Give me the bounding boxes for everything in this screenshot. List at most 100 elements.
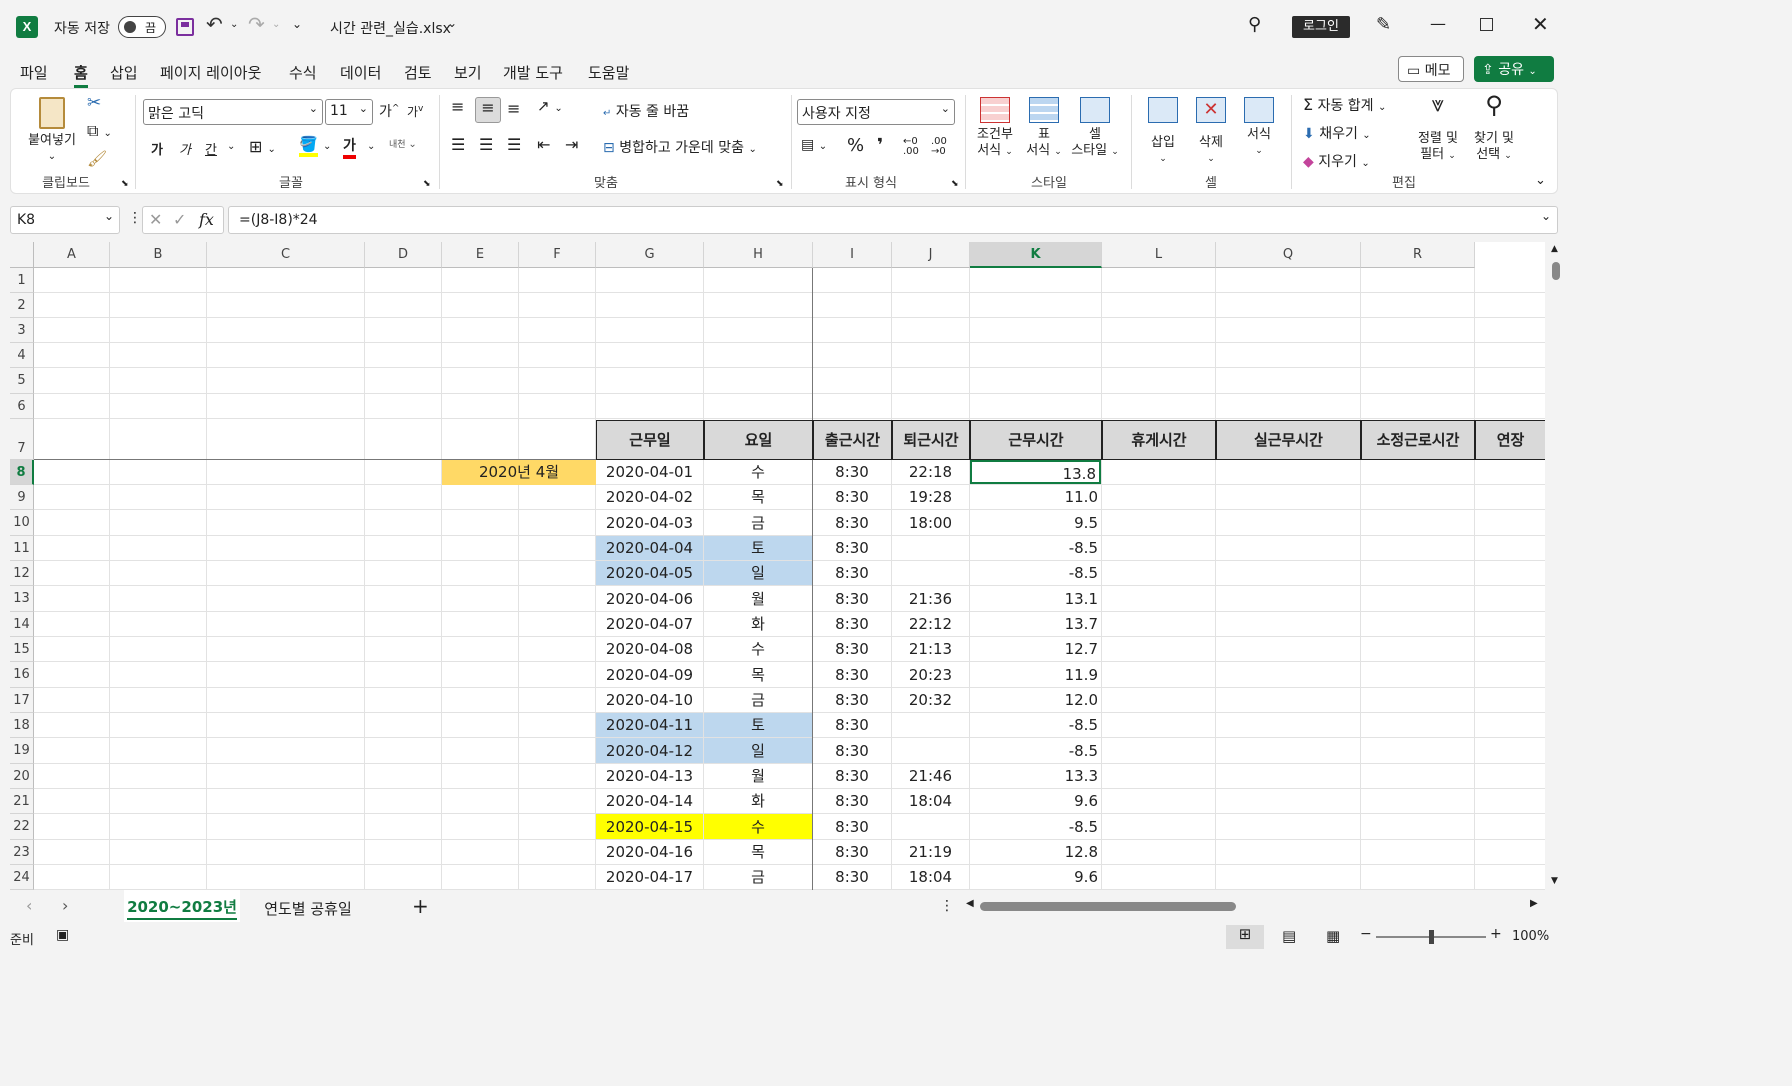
align-right-icon[interactable]: ☰ <box>507 135 521 154</box>
tab-data[interactable]: 데이터 <box>340 62 381 83</box>
table-data-cell[interactable]: 8:30 <box>813 789 891 813</box>
table-header-cell[interactable]: 소정근로시간 <box>1361 420 1475 460</box>
month-label-cell[interactable]: 2020년 4월 <box>442 460 596 485</box>
cell-styles-button[interactable]: 셀 스타일 ⌄ <box>1067 97 1123 160</box>
table-data-cell[interactable]: 금 <box>704 688 812 712</box>
row-header-1[interactable]: 1 <box>10 268 34 293</box>
delete-cells-button[interactable]: ✕ 삭제 ⌄ <box>1191 97 1231 167</box>
column-header-H[interactable]: H <box>704 242 813 268</box>
more-options-icon[interactable]: ⋮ <box>128 210 142 226</box>
row-header-5[interactable]: 5 <box>10 368 34 394</box>
column-header-A[interactable]: A <box>34 242 110 268</box>
customize-toolbar-icon[interactable]: ⌄ <box>292 17 302 31</box>
orientation-icon[interactable]: ↗ ⌄ <box>537 97 563 115</box>
table-data-cell[interactable]: 수 <box>704 814 812 839</box>
confirm-entry-icon[interactable]: ✓ <box>173 210 186 229</box>
table-data-cell[interactable]: 수 <box>704 637 812 661</box>
table-data-cell[interactable]: 8:30 <box>813 485 891 509</box>
row-header-24[interactable]: 24 <box>10 865 34 890</box>
table-data-cell[interactable]: 토 <box>704 713 812 737</box>
table-data-cell[interactable]: 20:32 <box>892 688 969 712</box>
table-data-cell[interactable]: 12.8 <box>970 840 1101 864</box>
copy-icon[interactable]: ⧉ ⌄ <box>87 121 112 141</box>
normal-view-button[interactable]: ⊞ <box>1226 925 1264 949</box>
tab-page-layout[interactable]: 페이지 레이아웃 <box>160 62 261 83</box>
table-data-cell[interactable]: 2020-04-06 <box>596 586 703 611</box>
font-size-select[interactable]: 11 ⌄ <box>325 99 373 125</box>
table-data-cell[interactable]: 2020-04-04 <box>596 536 703 560</box>
table-data-cell[interactable]: 2020-04-01 <box>596 460 703 484</box>
table-data-cell[interactable]: 8:30 <box>813 713 891 737</box>
underline-button[interactable]: 간 <box>205 139 217 158</box>
font-launcher-icon[interactable]: ⬊ <box>423 179 431 189</box>
row-header-11[interactable]: 11 <box>10 536 34 561</box>
table-header-cell[interactable]: 요일 <box>704 420 813 460</box>
table-data-cell[interactable]: 금 <box>704 865 812 889</box>
underline-dropdown-icon[interactable]: ⌄ <box>227 141 235 152</box>
fill-button[interactable]: ⬇ 채우기 ⌄ <box>1303 123 1371 143</box>
table-data-cell[interactable]: 금 <box>704 510 812 535</box>
accessibility-icon[interactable]: ▣ <box>56 927 69 943</box>
formula-input[interactable]: =(J8-I8)*24 ⌄ <box>228 206 1558 234</box>
column-header-E[interactable]: E <box>442 242 519 268</box>
tab-formulas[interactable]: 수식 <box>289 62 317 83</box>
row-header-18[interactable]: 18 <box>10 713 34 738</box>
table-data-cell[interactable]: 2020-04-08 <box>596 637 703 661</box>
tab-insert[interactable]: 삽입 <box>110 62 138 83</box>
sheet-tab-active[interactable]: 2020~2023년 <box>124 890 240 922</box>
cancel-entry-icon[interactable]: ✕ <box>149 210 162 229</box>
sort-filter-button[interactable]: ⩔ 정렬 및 필터 ⌄ <box>1409 94 1467 164</box>
table-data-cell[interactable]: 월 <box>704 764 812 788</box>
percent-button[interactable]: % <box>847 135 864 156</box>
tab-view[interactable]: 보기 <box>454 62 482 83</box>
row-header-2[interactable]: 2 <box>10 293 34 318</box>
row-header-19[interactable]: 19 <box>10 738 34 764</box>
italic-button[interactable]: 가 <box>179 139 191 158</box>
table-data-cell[interactable] <box>892 814 969 839</box>
increase-decimal-icon[interactable]: ←0.00 <box>903 137 919 157</box>
worksheet-grid[interactable]: ABCDEFGHIJKLQR 1 2 3 4 5 6 7 8 9 10 11 12 13 14 15 16 17… <box>10 242 1545 890</box>
table-data-cell[interactable]: 2020-04-16 <box>596 840 703 864</box>
number-launcher-icon[interactable]: ⬊ <box>951 179 959 189</box>
row-header-14[interactable]: 14 <box>10 612 34 637</box>
row-header-7[interactable]: 7 <box>10 419 34 460</box>
border-icon[interactable]: ⊞ ⌄ <box>249 137 276 156</box>
sheet-tab-holidays[interactable]: 연도별 공휴일 <box>248 890 368 922</box>
table-data-cell[interactable]: 21:36 <box>892 586 969 611</box>
table-data-cell[interactable]: 목 <box>704 662 812 687</box>
table-data-cell[interactable]: 2020-04-15 <box>596 814 703 839</box>
column-header-B[interactable]: B <box>110 242 207 268</box>
align-middle-icon[interactable]: ≡ <box>475 97 501 123</box>
column-header-F[interactable]: F <box>519 242 596 268</box>
insert-function-icon[interactable]: fx <box>199 210 214 229</box>
table-data-cell[interactable]: 토 <box>704 536 812 560</box>
table-data-cell[interactable]: 11.9 <box>970 662 1101 687</box>
tab-home[interactable]: 홈 <box>74 62 88 88</box>
comma-button[interactable]: ❜ <box>877 135 883 156</box>
name-box[interactable]: K8 ⌄ <box>10 206 120 234</box>
row-header-3[interactable]: 3 <box>10 318 34 343</box>
table-data-cell[interactable]: 8:30 <box>813 840 891 864</box>
wrap-text-button[interactable]: ↵ 자동 줄 바꿈 <box>603 101 689 121</box>
table-data-cell[interactable] <box>892 713 969 737</box>
column-header-C[interactable]: C <box>207 242 365 268</box>
zoom-slider-thumb[interactable] <box>1429 930 1434 944</box>
table-data-cell[interactable]: 18:04 <box>892 865 969 889</box>
column-header-K[interactable]: K <box>970 242 1102 268</box>
login-button[interactable]: 로그인 <box>1292 16 1350 38</box>
table-data-cell[interactable]: -8.5 <box>970 738 1101 763</box>
row-header-4[interactable]: 4 <box>10 343 34 368</box>
column-header-L[interactable]: L <box>1102 242 1216 268</box>
table-data-cell[interactable]: -8.5 <box>970 814 1101 839</box>
table-data-cell[interactable]: 9.6 <box>970 789 1101 813</box>
row-header-10[interactable]: 10 <box>10 510 34 536</box>
scroll-right-icon[interactable]: ▶ <box>1530 898 1538 909</box>
table-data-cell[interactable]: 월 <box>704 586 812 611</box>
table-data-cell[interactable]: 2020-04-10 <box>596 688 703 712</box>
table-data-cell[interactable]: 2020-04-02 <box>596 485 703 509</box>
row-header-16[interactable]: 16 <box>10 662 34 688</box>
clipboard-launcher-icon[interactable]: ⬊ <box>121 179 129 189</box>
table-data-cell[interactable]: 2020-04-11 <box>596 713 703 737</box>
paste-button[interactable]: 붙여넣기 ⌄ <box>23 97 81 165</box>
table-header-cell[interactable]: 출근시간 <box>813 420 892 460</box>
